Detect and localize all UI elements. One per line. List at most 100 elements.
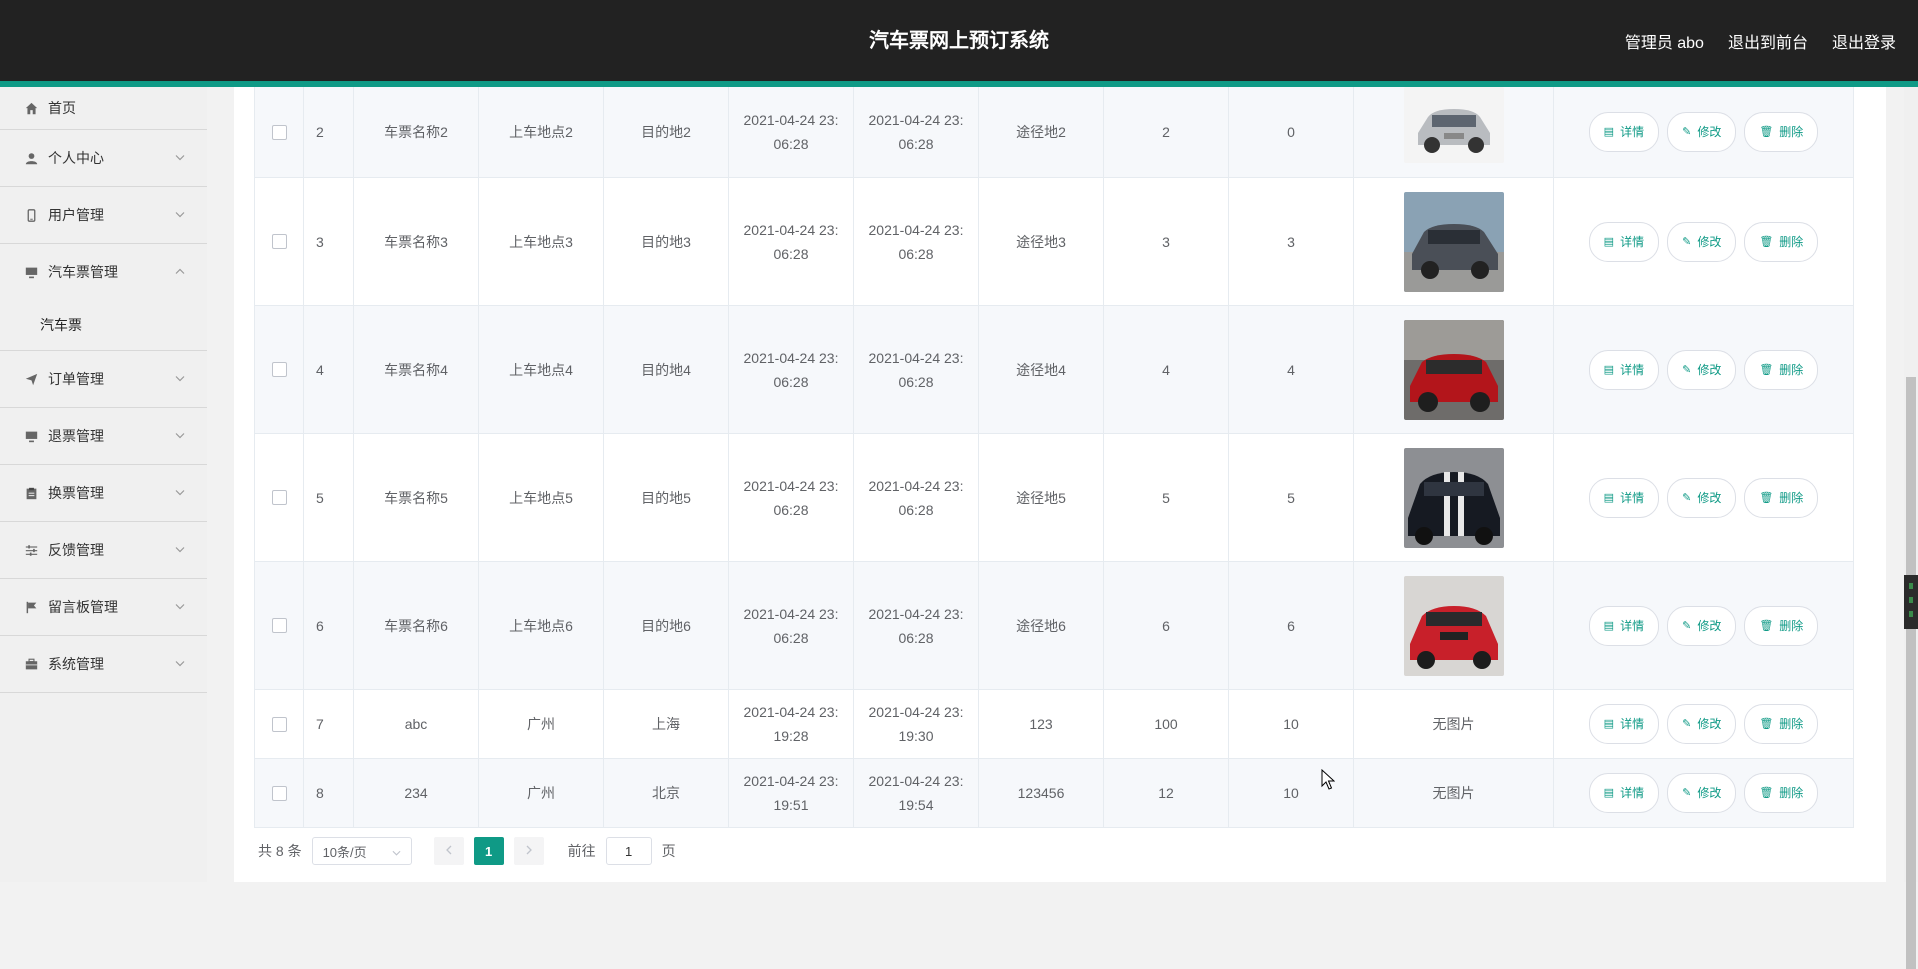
cell-image — [1354, 87, 1554, 177]
floating-widget[interactable] — [1904, 575, 1918, 629]
row-checkbox[interactable] — [271, 490, 287, 505]
cell-price: 5 — [1104, 434, 1229, 561]
detail-button[interactable]: ▤ 详情 — [1588, 605, 1660, 646]
sidebar-item-label: 用户管理 — [48, 207, 104, 223]
vertical-scrollbar[interactable] — [1904, 87, 1918, 969]
next-page-button[interactable] — [513, 837, 544, 865]
delete-button[interactable]: 🗑 删除 — [1744, 221, 1819, 262]
delete-button[interactable]: 🗑 删除 — [1744, 773, 1819, 813]
document-icon: ▤ — [1603, 126, 1615, 138]
cell-arrival-time: 2021-04-24 23: 06:28 — [854, 434, 979, 561]
sidebar-item-label: 留言板管理 — [48, 599, 118, 615]
cell-destination: 目的地4 — [604, 306, 729, 433]
detail-button[interactable]: ▤ 详情 — [1588, 221, 1660, 262]
table-row: 5 车票名称5 上车地点5 目的地5 2021-04-24 23: 06:28 2… — [254, 434, 1854, 562]
cell-seats: 10 — [1229, 690, 1354, 758]
row-checkbox[interactable] — [271, 618, 287, 633]
row-checkbox[interactable] — [271, 362, 287, 377]
page-size-select[interactable]: 10条/页 — [311, 837, 412, 865]
cell-operations: ▤ 详情 ✎ 修改 🗑 删除 — [1554, 759, 1854, 827]
scrollbar-thumb[interactable] — [1906, 377, 1916, 969]
row-checkbox[interactable] — [271, 716, 287, 732]
sidebar-item-home[interactable]: 首页 — [0, 87, 207, 130]
cell-seats: 10 — [1229, 759, 1354, 827]
cell-departure-time: 2021-04-24 23: 06:28 — [729, 87, 854, 177]
prev-page-button[interactable] — [433, 837, 464, 865]
sidebar-item-label: 订单管理 — [48, 371, 104, 387]
page-suffix: 页 — [661, 843, 676, 859]
exit-to-front-link[interactable]: 退出到前台 — [1728, 29, 1808, 53]
delete-button[interactable]: 🗑 删除 — [1744, 704, 1819, 744]
sidebar-item-order-management[interactable]: 订单管理 — [0, 351, 207, 408]
edit-button[interactable]: ✎ 修改 — [1667, 112, 1737, 152]
time-date: 2021-04-24 23: — [743, 773, 839, 789]
detail-button[interactable]: ▤ 详情 — [1588, 704, 1660, 744]
cell-operations: ▤ 详情 ✎ 修改 🗑 删除 — [1554, 87, 1854, 177]
edit-button[interactable]: ✎ 修改 — [1667, 773, 1737, 813]
sidebar-subitem-ticket[interactable]: 汽车票 — [0, 300, 207, 351]
delete-button[interactable]: 🗑 删除 — [1744, 349, 1819, 390]
sidebar-item-message-board-management[interactable]: 留言板管理 — [0, 579, 207, 636]
detail-button[interactable]: ▤ 详情 — [1588, 773, 1660, 813]
document-icon: ▤ — [1603, 619, 1615, 632]
delete-button[interactable]: 🗑 删除 — [1744, 605, 1819, 646]
button-label: 详情 — [1620, 234, 1645, 249]
car-image — [1403, 87, 1504, 163]
sidebar-item-feedback-management[interactable]: 反馈管理 — [0, 522, 207, 579]
row-checkbox[interactable] — [271, 785, 287, 801]
cell-operations: ▤ 详情 ✎ 修改 🗑 删除 — [1554, 434, 1854, 561]
button-label: 详情 — [1620, 717, 1645, 731]
sidebar-item-system-management[interactable]: 系统管理 — [0, 636, 207, 693]
sidebar-item-user-management[interactable]: 用户管理 — [0, 187, 207, 244]
car-image — [1403, 575, 1504, 676]
cell-via: 途径地4 — [979, 306, 1104, 433]
sidebar-item-exchange-management[interactable]: 换票管理 — [0, 465, 207, 522]
time-date: 2021-04-24 23: — [868, 477, 964, 494]
goto-page-input[interactable]: 1 — [605, 837, 652, 865]
cell-destination: 目的地6 — [604, 562, 729, 689]
cell-departure-time: 2021-04-24 23: 06:28 — [729, 434, 854, 561]
cell-image — [1354, 178, 1554, 305]
delete-button[interactable]: 🗑 删除 — [1744, 112, 1819, 152]
row-checkbox[interactable] — [271, 124, 287, 140]
edit-button[interactable]: ✎ 修改 — [1667, 605, 1737, 646]
trash-icon: 🗑 — [1759, 619, 1774, 632]
sidebar-item-refund-management[interactable]: 退票管理 — [0, 408, 207, 465]
delete-button[interactable]: 🗑 删除 — [1744, 477, 1819, 518]
monitor-icon — [24, 265, 38, 279]
button-label: 详情 — [1620, 786, 1645, 800]
pencil-icon: ✎ — [1682, 619, 1692, 632]
trash-icon: 🗑 — [1759, 491, 1774, 504]
clipboard-icon — [24, 486, 38, 500]
sidebar-item-personal-center[interactable]: 个人中心 — [0, 130, 207, 187]
cell-departure-time: 2021-04-24 23: 06:28 — [729, 178, 854, 305]
cell-image — [1354, 434, 1554, 561]
cell-via: 途径地5 — [979, 434, 1104, 561]
sidebar: 首页 个人中心 用户管理 汽车票管理 汽车票 订单管理 退票管理 换票管理 反馈… — [0, 87, 207, 882]
edit-button[interactable]: ✎ 修改 — [1667, 477, 1737, 518]
detail-button[interactable]: ▤ 详情 — [1588, 477, 1660, 518]
send-icon — [24, 372, 38, 386]
edit-button[interactable]: ✎ 修改 — [1667, 349, 1737, 390]
row-checkbox[interactable] — [271, 234, 287, 249]
table-row: 4 车票名称4 上车地点4 目的地4 2021-04-24 23: 06:28 2… — [254, 306, 1854, 434]
page-size-value: 10条/页 — [322, 844, 367, 860]
logout-link[interactable]: 退出登录 — [1832, 29, 1896, 53]
pencil-icon: ✎ — [1682, 787, 1692, 799]
time-clock: 06:28 — [898, 629, 934, 646]
detail-button[interactable]: ▤ 详情 — [1588, 349, 1660, 390]
detail-button[interactable]: ▤ 详情 — [1588, 112, 1660, 152]
cell-image: 无图片 — [1354, 759, 1554, 827]
cell-price: 6 — [1104, 562, 1229, 689]
cell-destination: 北京 — [604, 759, 729, 827]
page-number-current[interactable]: 1 — [473, 837, 504, 865]
time-date: 2021-04-24 23: — [743, 477, 839, 494]
sidebar-item-ticket-management[interactable]: 汽车票管理 — [0, 244, 207, 300]
row-checkbox-cell — [254, 434, 304, 561]
cell-price: 3 — [1104, 178, 1229, 305]
button-label: 删除 — [1779, 717, 1804, 731]
cell-id: 7 — [304, 690, 354, 758]
edit-button[interactable]: ✎ 修改 — [1667, 704, 1737, 744]
edit-button[interactable]: ✎ 修改 — [1667, 221, 1737, 262]
cell-ticket-name: 车票名称2 — [354, 87, 479, 177]
